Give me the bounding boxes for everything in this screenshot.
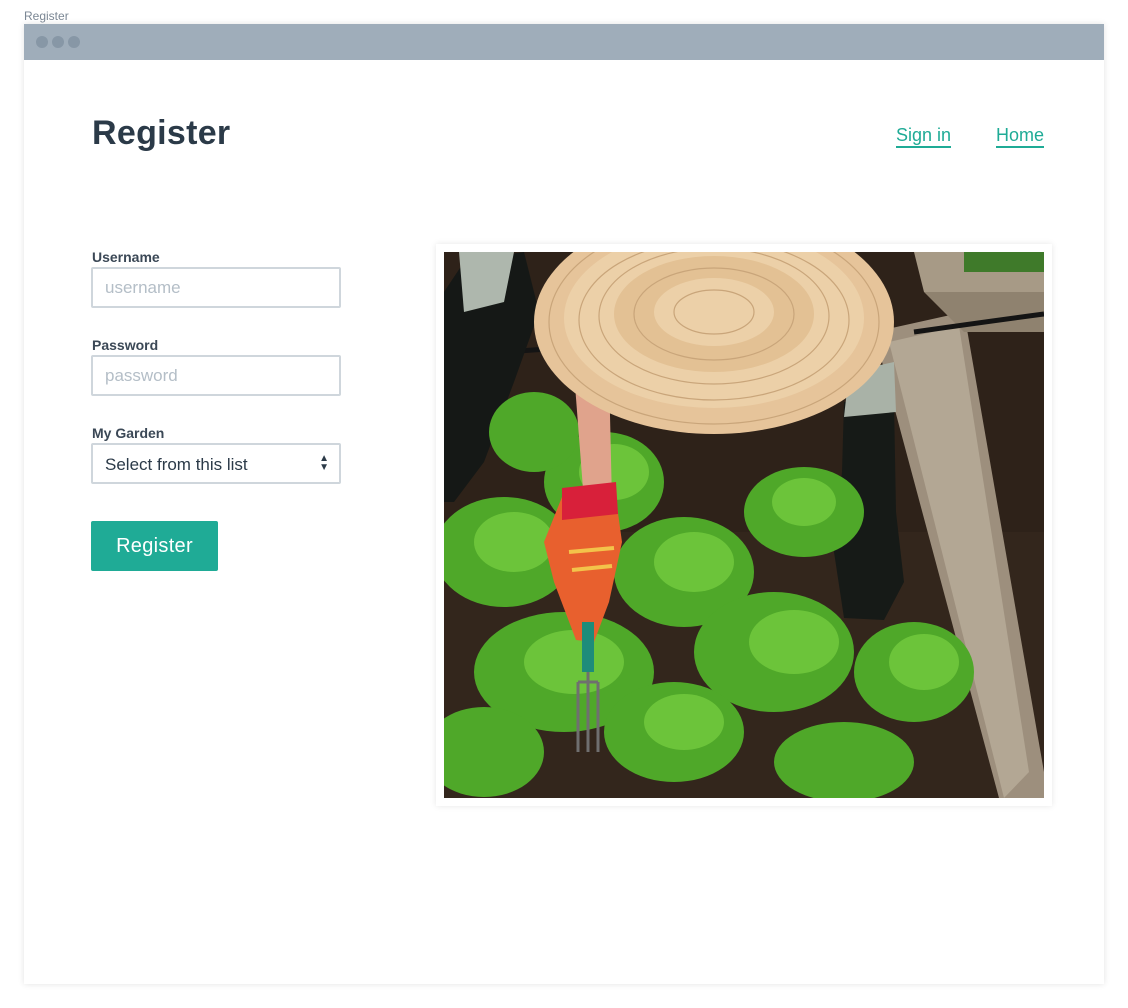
- window-maximize-dot[interactable]: [68, 36, 80, 48]
- window-close-dot[interactable]: [36, 36, 48, 48]
- garden-select[interactable]: Select from this list ▲ ▼: [91, 443, 341, 484]
- garden-label: My Garden: [92, 425, 165, 441]
- username-input[interactable]: [91, 267, 341, 308]
- username-label: Username: [92, 249, 160, 265]
- password-label: Password: [92, 337, 159, 353]
- photo-card: [436, 244, 1052, 806]
- garden-select-value: Select from this list: [105, 455, 248, 474]
- home-link[interactable]: Home: [996, 125, 1045, 148]
- select-updown-icon: ▲ ▼: [319, 453, 329, 473]
- window-titlebar: [24, 24, 1104, 60]
- browser-window: Register Sign in Home Username Password …: [24, 24, 1104, 984]
- window-minimize-dot[interactable]: [52, 36, 64, 48]
- window-caption: Register: [24, 9, 69, 23]
- garden-photo: [444, 252, 1044, 798]
- password-input[interactable]: [91, 355, 341, 396]
- register-button[interactable]: Register: [91, 521, 218, 571]
- page-title: Register: [92, 114, 231, 152]
- sign-in-link[interactable]: Sign in: [896, 125, 952, 148]
